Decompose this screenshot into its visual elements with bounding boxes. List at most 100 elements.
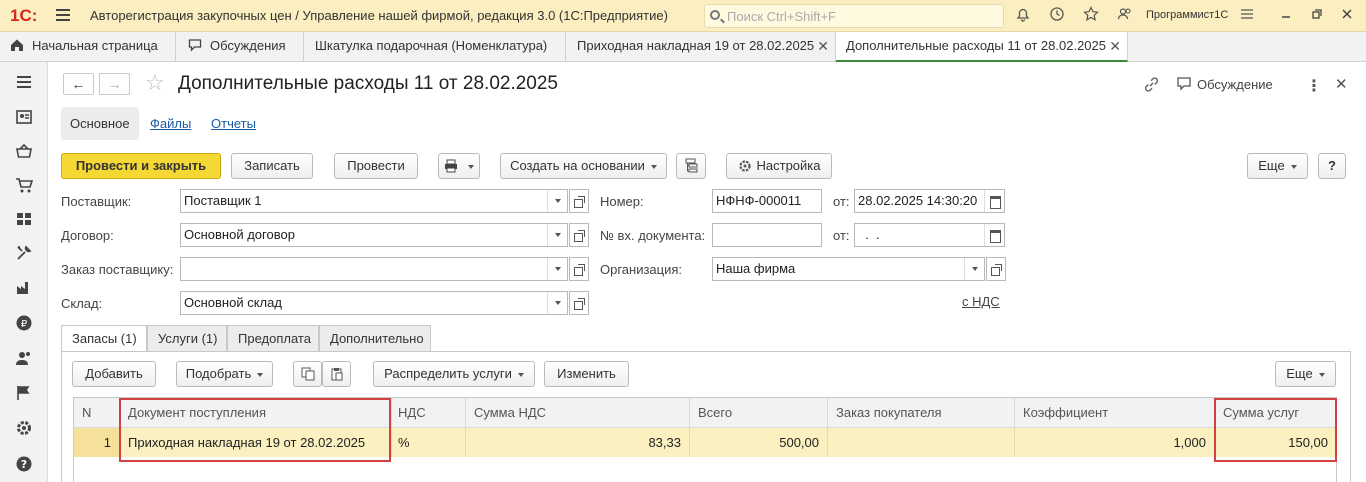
open-icon[interactable] <box>569 189 589 213</box>
tab-home[interactable]: Начальная страница <box>0 32 176 62</box>
column-header[interactable]: Заказ покупателя <box>828 398 1015 428</box>
open-icon[interactable] <box>569 257 589 281</box>
factory-icon[interactable] <box>15 278 33 296</box>
table-cell[interactable]: % <box>392 428 466 457</box>
date-field[interactable]: 28.02.2025 14:30:20 <box>854 189 1005 213</box>
table-more-button[interactable]: Еще <box>1275 361 1336 387</box>
calendar-icon[interactable] <box>984 224 1004 246</box>
open-icon[interactable] <box>569 223 589 247</box>
more-button[interactable]: Еще <box>1247 153 1308 179</box>
incoming-number-field[interactable] <box>712 223 822 247</box>
tab-receipt-invoice[interactable]: Приходная накладная 19 от 28.02.2025 ✕ <box>566 32 836 62</box>
post-and-close-button[interactable]: Провести и закрыть <box>61 153 221 179</box>
main-menu-icon[interactable] <box>56 9 70 21</box>
cart-icon[interactable] <box>15 176 33 194</box>
forward-button[interactable]: → <box>99 73 130 95</box>
close-form-icon[interactable]: ✕ <box>1335 75 1348 93</box>
create-based-on-button[interactable]: Создать на основании <box>500 153 667 179</box>
highlight-frame-service-sum <box>1214 398 1337 462</box>
change-button[interactable]: Изменить <box>544 361 629 387</box>
column-header[interactable]: НДС <box>392 398 466 428</box>
table-cell[interactable]: 83,33 <box>466 428 690 457</box>
open-icon[interactable] <box>569 291 589 315</box>
settings-button[interactable]: Настройка <box>726 153 832 179</box>
contract-field[interactable]: Основной договор <box>180 223 568 247</box>
chat-icon <box>1177 77 1191 91</box>
calendar-icon[interactable] <box>984 190 1004 212</box>
favorites-star-icon[interactable] <box>1081 6 1101 26</box>
table-cell[interactable]: 1,000 <box>1015 428 1215 457</box>
chat-icon <box>188 39 202 52</box>
save-button[interactable]: Записать <box>231 153 313 179</box>
chevron-down-icon[interactable] <box>547 292 567 314</box>
staff-icon[interactable] <box>15 349 33 367</box>
column-header[interactable]: Коэффициент <box>1015 398 1215 428</box>
tab-main[interactable]: Основное <box>61 107 139 140</box>
chevron-down-icon[interactable] <box>547 190 567 212</box>
users-icon[interactable] <box>1115 6 1135 26</box>
link-icon[interactable] <box>1143 76 1160 93</box>
settings-menu-icon[interactable] <box>1237 6 1257 26</box>
shop-icon[interactable] <box>15 142 33 160</box>
tab-inventory[interactable]: Запасы (1) <box>61 325 147 352</box>
money-icon[interactable]: ₽ <box>15 314 33 332</box>
restore-icon[interactable] <box>1307 6 1327 26</box>
close-window-icon[interactable] <box>1337 6 1357 26</box>
supplier-order-field[interactable] <box>180 257 568 281</box>
tab-label: Начальная страница <box>32 38 158 53</box>
gear-icon[interactable] <box>15 419 33 437</box>
number-field[interactable]: НФНФ-000011 <box>712 189 822 213</box>
tab-additional[interactable]: Дополнительно <box>319 325 431 352</box>
minimize-icon[interactable] <box>1276 6 1296 26</box>
tab-label: Дополнительные расходы 11 от 28.02.2025 <box>846 38 1106 53</box>
supplier-field[interactable]: Поставщик 1 <box>180 189 568 213</box>
favorite-star-icon[interactable]: ☆ <box>145 70 165 96</box>
tab-discussions[interactable]: Обсуждения <box>176 32 304 62</box>
paste-button[interactable] <box>322 361 351 387</box>
tab-gift-box[interactable]: Шкатулка подарочная (Номенклатура) <box>304 32 566 62</box>
post-button[interactable]: Провести <box>334 153 418 179</box>
app-logo[interactable]: 1С: <box>10 6 37 26</box>
discussion-button[interactable]: Обсуждение <box>1176 76 1273 92</box>
close-tab-icon[interactable]: ✕ <box>817 32 829 60</box>
table-cell[interactable]: 500,00 <box>690 428 828 457</box>
chevron-down-icon[interactable] <box>547 224 567 246</box>
chevron-down-icon[interactable] <box>964 258 984 280</box>
table-cell[interactable]: 1 <box>74 428 120 457</box>
close-tab-icon[interactable]: ✕ <box>1109 32 1121 60</box>
help-button[interactable]: ? <box>1318 153 1346 179</box>
bell-icon[interactable] <box>1013 6 1033 26</box>
distribute-services-button[interactable]: Распределить услуги <box>373 361 535 387</box>
column-header[interactable]: N <box>74 398 120 428</box>
tab-files[interactable]: Файлы <box>150 107 191 140</box>
flag-icon[interactable] <box>15 384 33 402</box>
incoming-date-field[interactable]: . . <box>854 223 1005 247</box>
help-icon[interactable]: ? <box>15 455 33 473</box>
open-icon[interactable] <box>986 257 1006 281</box>
column-header[interactable]: Сумма НДС <box>466 398 690 428</box>
back-button[interactable]: ← <box>63 73 94 95</box>
history-icon[interactable] <box>1047 6 1067 26</box>
vat-mode-link[interactable]: с НДС <box>962 294 1000 309</box>
tools-icon[interactable] <box>15 244 33 262</box>
pick-button[interactable]: Подобрать <box>176 361 273 387</box>
print-button[interactable] <box>438 153 480 179</box>
warehouse-field[interactable]: Основной склад <box>180 291 568 315</box>
warehouse-icon[interactable] <box>15 210 33 228</box>
contacts-icon[interactable] <box>15 108 33 126</box>
tab-reports[interactable]: Отчеты <box>211 107 256 140</box>
copy-button[interactable] <box>293 361 322 387</box>
search-input[interactable]: Поиск Ctrl+Shift+F <box>704 4 1004 28</box>
more-actions-icon[interactable]: ⋮ <box>1306 76 1322 96</box>
tab-services[interactable]: Услуги (1) <box>147 325 227 352</box>
tab-prepayment[interactable]: Предоплата <box>227 325 319 352</box>
tab-additional-expenses[interactable]: Дополнительные расходы 11 от 28.02.2025 … <box>836 32 1128 62</box>
table-cell[interactable] <box>828 428 1015 457</box>
structure-button[interactable] <box>676 153 706 179</box>
column-header[interactable]: Всего <box>690 398 828 428</box>
menu-icon[interactable] <box>15 73 33 91</box>
add-button[interactable]: Добавить <box>72 361 156 387</box>
chevron-down-icon[interactable] <box>547 258 567 280</box>
organization-field[interactable]: Наша фирма <box>712 257 985 281</box>
current-user[interactable]: Программист1С <box>1146 9 1228 21</box>
